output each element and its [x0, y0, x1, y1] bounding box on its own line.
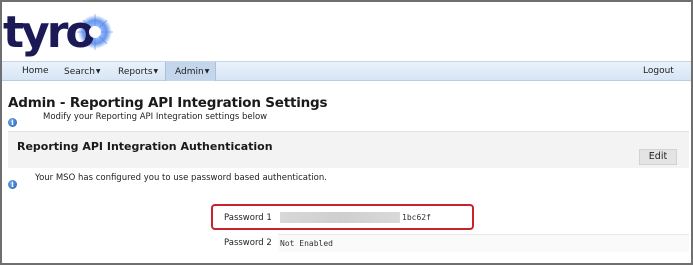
app-window: tyro Home Search▼ Reports▼ Admin▼ Logout… [0, 0, 693, 265]
password-2-value: Not Enabled [280, 239, 333, 248]
caret-down-icon: ▼ [153, 68, 159, 75]
caret-down-icon: ▼ [95, 68, 101, 75]
logo-text: tyro [3, 7, 94, 58]
page-title: Admin - Reporting API Integration Settin… [8, 95, 328, 111]
password-1-value: 1bc62f [402, 213, 431, 222]
edit-button[interactable]: Edit [639, 149, 677, 165]
nav-home-label: Home [22, 66, 49, 76]
section-title: Reporting API Integration Authentication [17, 140, 273, 153]
auth-section-header: Reporting API Integration Authentication… [8, 131, 689, 168]
logout-label: Logout [643, 66, 674, 76]
nav-reports[interactable]: Reports▼ [118, 62, 158, 81]
page-subtitle: Modify your Reporting API Integration se… [43, 112, 268, 122]
nav-home[interactable]: Home [22, 62, 49, 81]
nav-search[interactable]: Search▼ [64, 62, 101, 81]
logout-link[interactable]: Logout [643, 62, 674, 81]
password-2-row [278, 234, 689, 252]
password-1-mask [280, 212, 400, 223]
caret-down-icon: ▼ [204, 68, 210, 75]
auth-note: Your MSO has configured you to use passw… [35, 173, 327, 183]
nav-admin-label: Admin [175, 67, 204, 77]
info-icon: i [8, 180, 17, 189]
tyro-logo: tyro [3, 6, 113, 60]
nav-admin[interactable]: Admin▼ [165, 62, 216, 81]
nav-reports-label: Reports [118, 67, 153, 77]
password-2-label: Password 2 [224, 238, 272, 248]
password-1-label: Password 1 [224, 213, 272, 223]
info-icon: i [8, 118, 17, 127]
nav-search-label: Search [64, 67, 95, 77]
top-navbar: Home Search▼ Reports▼ Admin▼ Logout [2, 61, 691, 81]
